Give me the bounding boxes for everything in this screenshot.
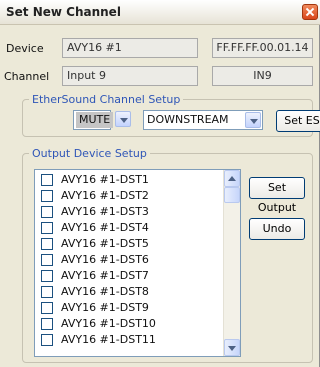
direction-select[interactable]: DOWNSTREAM — [143, 110, 263, 130]
chevron-down-icon — [115, 111, 131, 127]
chevron-down-icon — [245, 112, 261, 128]
checkbox[interactable] — [41, 238, 53, 250]
checkbox[interactable] — [41, 270, 53, 282]
list-scrollbar[interactable] — [223, 170, 240, 356]
channel-label: Channel — [4, 70, 50, 83]
checkbox[interactable] — [41, 302, 53, 314]
channel-name-field: Input 9 — [62, 66, 198, 86]
output-device-list[interactable]: AVY16 #1-DST1 AVY16 #1-DST2 AVY16 #1-DST… — [34, 169, 241, 357]
title-bar[interactable]: Set New Channel — [0, 0, 320, 25]
device-label: Device — [6, 42, 44, 55]
window-title: Set New Channel — [6, 5, 121, 19]
checkbox[interactable] — [41, 174, 53, 186]
checkbox[interactable] — [41, 254, 53, 266]
undo-button[interactable]: Undo — [249, 218, 305, 240]
checkbox[interactable] — [41, 318, 53, 330]
device-name-field: AVY16 #1 — [62, 38, 198, 58]
mode-dropdown-button[interactable] — [112, 110, 131, 130]
checkbox[interactable] — [41, 206, 53, 218]
checkbox[interactable] — [41, 334, 53, 346]
mode-select[interactable]: MUTE — [73, 110, 114, 130]
set-es-button[interactable]: Set ES — [276, 110, 320, 132]
direction-select-value: DOWNSTREAM — [147, 113, 229, 126]
checkbox[interactable] — [41, 190, 53, 202]
set-new-channel-dialog: Set New Channel Device AVY16 #1 FF.FF.FF… — [0, 0, 320, 367]
output-device-group-title: Output Device Setup — [29, 147, 150, 160]
set-output-button[interactable]: Set Output — [249, 177, 305, 214]
scroll-thumb[interactable] — [224, 187, 240, 203]
checkbox[interactable] — [41, 286, 53, 298]
channel-code-field: IN9 — [212, 66, 313, 86]
checkbox[interactable] — [41, 222, 53, 234]
scroll-up-icon[interactable] — [224, 170, 240, 187]
device-address-field: FF.FF.FF.00.01.14 — [212, 38, 313, 58]
scroll-down-icon[interactable] — [224, 339, 240, 356]
ethersound-group-title: EtherSound Channel Setup — [29, 93, 184, 106]
close-icon[interactable] — [302, 4, 318, 20]
mode-select-value: MUTE — [76, 112, 114, 128]
